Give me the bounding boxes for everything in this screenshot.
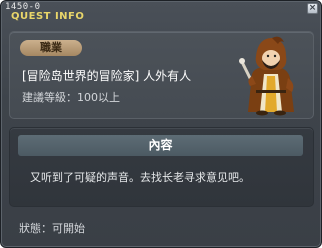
- quest-info-window: 1450-0 QUEST INFO × 職業 [冒险岛世界的冒险家] 人外有人 …: [0, 0, 322, 248]
- quest-content-panel: 內容 又听到了可疑的声音。去找长老寻求意见吧。: [9, 127, 314, 207]
- quest-summary-panel: 職業 [冒险岛世界的冒险家] 人外有人 建議等級：100以上: [9, 31, 314, 119]
- close-button[interactable]: ×: [307, 3, 318, 14]
- hooded-mage-icon: [239, 36, 294, 116]
- quest-name: [冒险岛世界的冒险家] 人外有人: [22, 69, 192, 83]
- window-title: QUEST INFO: [11, 11, 85, 22]
- quest-status: 狀態：可開始: [19, 222, 85, 235]
- content-text: 又听到了可疑的声音。去找长老寻求意见吧。: [30, 171, 250, 184]
- content-header: 內容: [18, 135, 303, 156]
- job-badge: 職業: [20, 40, 82, 56]
- level-requirement: 建議等級：100以上: [22, 91, 120, 104]
